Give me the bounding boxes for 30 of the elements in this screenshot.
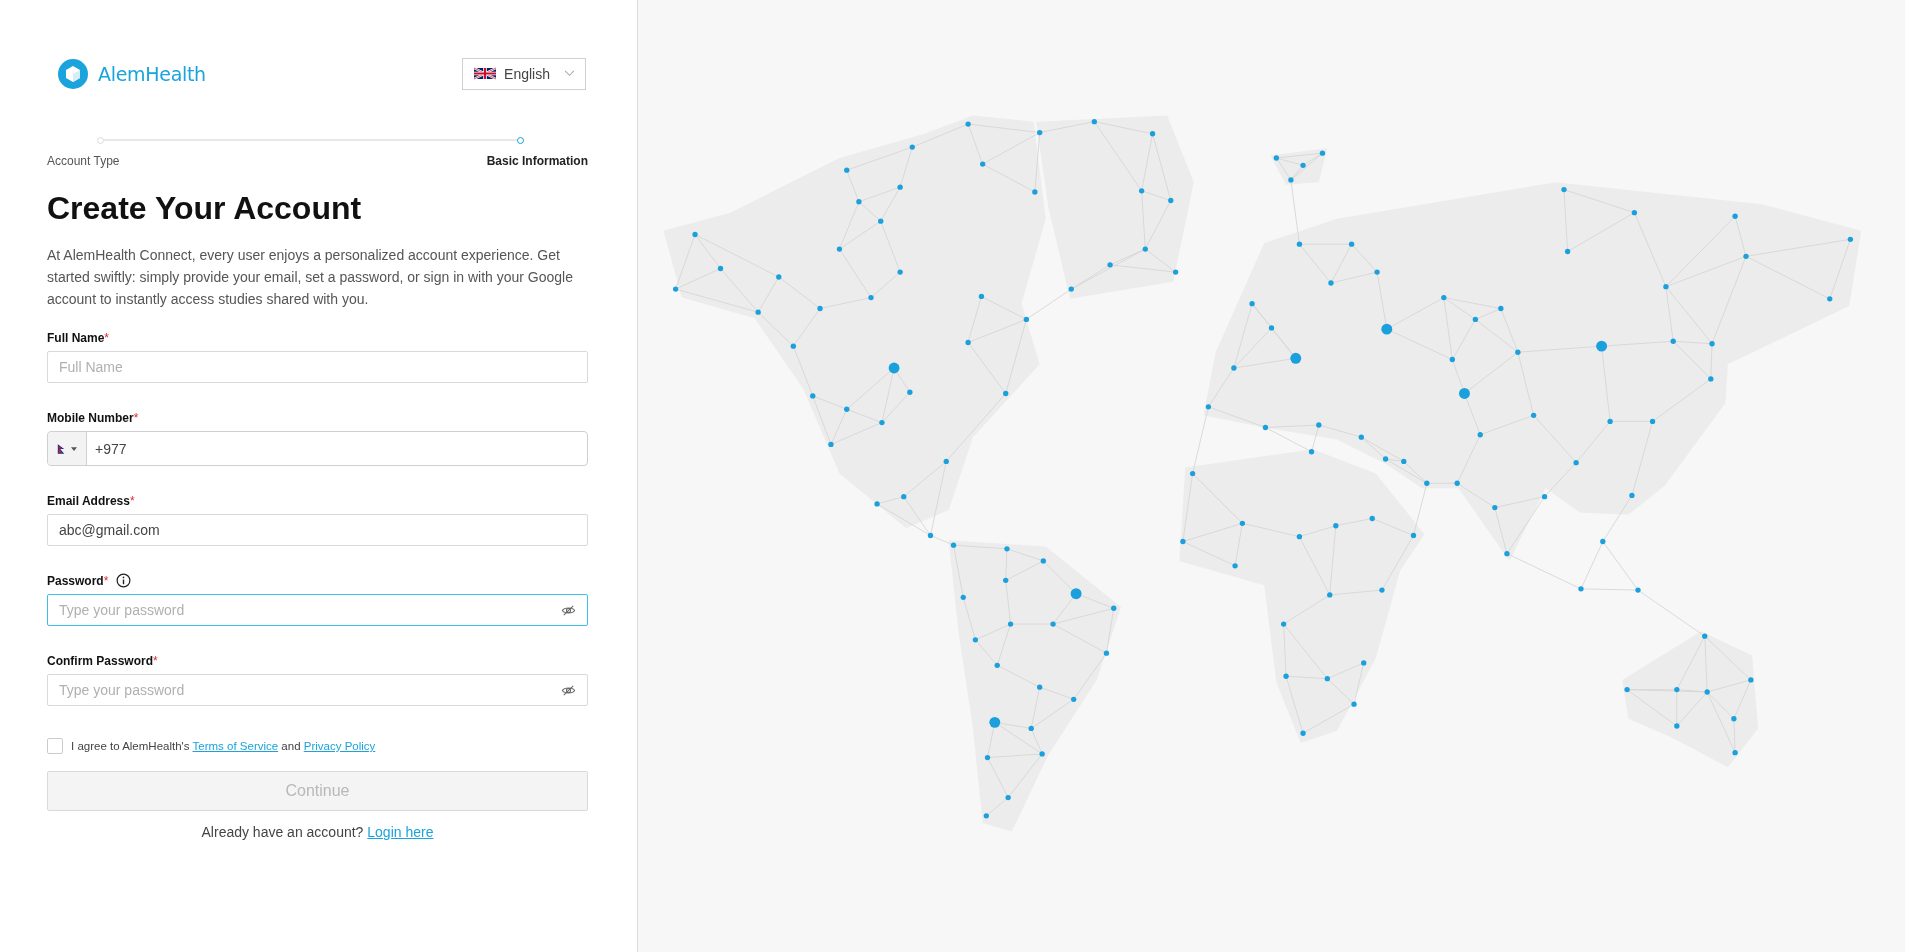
step-label[interactable]: Basic Information [486,154,588,168]
input-field[interactable]: Full Name [47,351,588,383]
login-link[interactable]: Login here [367,824,434,840]
field-label: Password* [47,573,109,588]
field-label: Confirm Password* [47,653,158,668]
field-label: Full Name* [47,330,110,345]
terms-link[interactable]: Terms of Service [192,740,279,752]
country-code-select[interactable] [48,432,87,465]
phone-number-value: +977 [95,440,127,457]
chevron-down-icon [564,70,575,77]
caret-down-icon [71,446,77,451]
info-icon[interactable] [116,573,132,588]
logo-icon [58,58,88,89]
step-label[interactable]: Account Type [47,154,120,168]
language-select[interactable]: English [462,57,586,90]
input-field[interactable]: Type your password [47,594,588,626]
page-heading: Create Your Account [47,190,363,227]
agreement-text: I agree to AlemHealth's Terms of Service and Privacy Policy [71,740,376,752]
privacy-link[interactable]: Privacy Policy [303,740,376,752]
phone-input-field[interactable]: +977 [47,431,588,466]
login-prompt: Already have an account? Login here [200,824,435,840]
uk-flag-icon [474,66,497,81]
agree-checkbox[interactable] [47,738,63,754]
field-label: Mobile Number* [47,410,139,425]
input-field[interactable]: abc@gmail.com [47,514,588,546]
input-field[interactable]: Type your password [47,674,588,706]
field-label: Email Address* [47,493,135,508]
brand-name: AlemHealth [98,62,206,85]
intro-text: At AlemHealth Connect, every user enjoys a personalized account experience. Get started swiftly: simply provide your email, set a password, or sign in with your Google account to instantly access studies shared with you. [47,246,574,309]
nepal-flag-icon [57,443,65,454]
